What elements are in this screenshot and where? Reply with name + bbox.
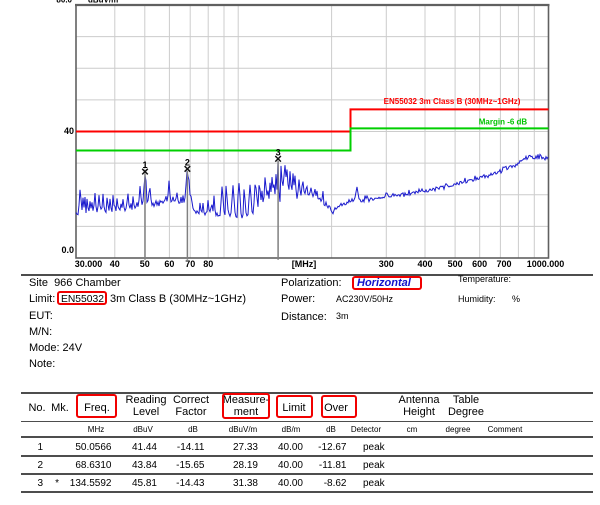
svg-text:40: 40 [64,126,74,136]
svg-text:[MHz]: [MHz] [292,259,317,269]
svg-text:50: 50 [140,259,150,269]
svg-text:80.0: 80.0 [56,0,72,5]
svg-text:1: 1 [142,160,147,170]
svg-text:300: 300 [379,259,394,269]
svg-text:30.000: 30.000 [75,259,103,269]
svg-text:Margin -6 dB: Margin -6 dB [479,118,528,127]
svg-text:70: 70 [185,259,195,269]
svg-text:600: 600 [472,259,487,269]
svg-text:3: 3 [276,147,281,157]
svg-text:1000.000: 1000.000 [527,259,565,269]
svg-text:0.0: 0.0 [61,245,74,255]
svg-text:2: 2 [185,158,190,168]
svg-text:60: 60 [164,259,174,269]
svg-text:500: 500 [448,259,463,269]
svg-text:700: 700 [496,259,511,269]
svg-text:80: 80 [203,259,213,269]
svg-text:40: 40 [110,259,120,269]
svg-text:dBuV/m: dBuV/m [88,0,118,5]
svg-text:EN55032 3m Class B (30MHz~1GHz: EN55032 3m Class B (30MHz~1GHz) [384,97,521,106]
svg-text:400: 400 [417,259,432,269]
